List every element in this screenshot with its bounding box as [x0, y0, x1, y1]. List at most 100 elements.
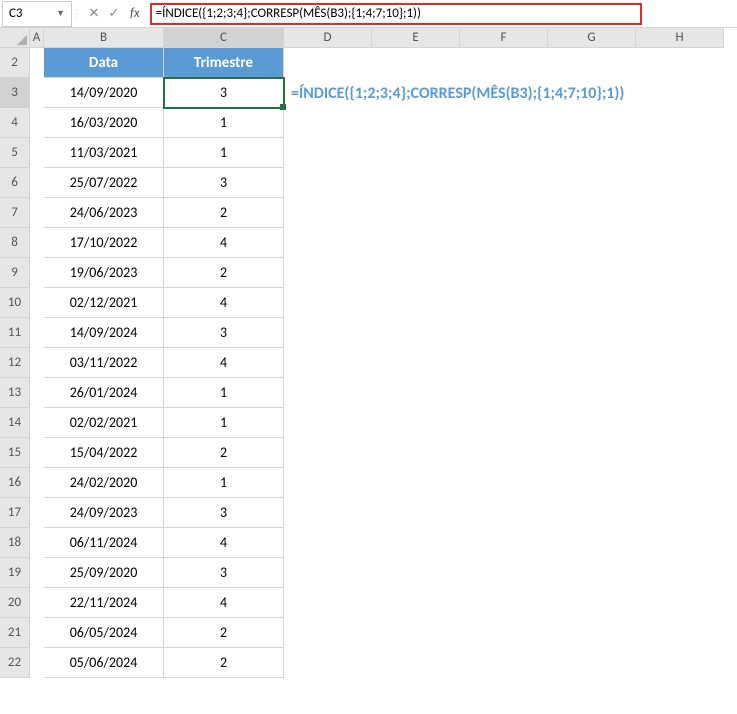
cell[interactable]	[460, 648, 548, 678]
cell-trimestre[interactable]: 4	[164, 288, 284, 318]
cell[interactable]	[30, 378, 44, 408]
cell[interactable]	[636, 498, 724, 528]
cell[interactable]	[284, 318, 372, 348]
cell-trimestre[interactable]: 3	[164, 168, 284, 198]
cell[interactable]	[30, 108, 44, 138]
cell-data[interactable]: 03/11/2022	[44, 348, 164, 378]
select-all-corner[interactable]	[0, 28, 30, 48]
cell-trimestre[interactable]: 1	[164, 378, 284, 408]
cell-trimestre[interactable]: 4	[164, 528, 284, 558]
cell[interactable]	[30, 528, 44, 558]
cell-data[interactable]: 17/10/2022	[44, 228, 164, 258]
cell[interactable]	[30, 258, 44, 288]
cell[interactable]	[30, 618, 44, 648]
cell[interactable]	[30, 138, 44, 168]
cell[interactable]	[636, 48, 724, 78]
cell[interactable]	[372, 318, 460, 348]
cell-data[interactable]: 24/09/2023	[44, 498, 164, 528]
cell[interactable]	[460, 228, 548, 258]
col-header-E[interactable]: E	[372, 28, 460, 48]
cell[interactable]	[548, 228, 636, 258]
cell-data[interactable]: 02/02/2021	[44, 408, 164, 438]
cell[interactable]	[460, 378, 548, 408]
cell[interactable]	[548, 258, 636, 288]
cell[interactable]	[372, 228, 460, 258]
cell[interactable]	[636, 438, 724, 468]
cell[interactable]	[460, 588, 548, 618]
cell[interactable]	[372, 438, 460, 468]
cell[interactable]	[460, 348, 548, 378]
cell[interactable]	[30, 498, 44, 528]
cell[interactable]	[284, 378, 372, 408]
cell[interactable]	[548, 468, 636, 498]
cell[interactable]	[460, 108, 548, 138]
cell[interactable]	[460, 138, 548, 168]
cell[interactable]	[30, 318, 44, 348]
cell-trimestre[interactable]: 3	[164, 498, 284, 528]
cell[interactable]	[548, 648, 636, 678]
cell-data[interactable]: 14/09/2020	[44, 78, 164, 108]
cell-trimestre[interactable]: 2	[164, 438, 284, 468]
cell-data[interactable]: 02/12/2021	[44, 288, 164, 318]
row-header[interactable]: 17	[0, 498, 30, 528]
cell-data[interactable]: 16/03/2020	[44, 108, 164, 138]
cell[interactable]	[460, 318, 548, 348]
cell-trimestre[interactable]: 4	[164, 348, 284, 378]
cell[interactable]	[636, 168, 724, 198]
row-header[interactable]: 12	[0, 348, 30, 378]
cell[interactable]	[460, 558, 548, 588]
cell[interactable]	[372, 48, 460, 78]
col-header-F[interactable]: F	[460, 28, 548, 48]
row-header[interactable]: 9	[0, 258, 30, 288]
cell[interactable]	[636, 468, 724, 498]
cell[interactable]	[636, 648, 724, 678]
cell[interactable]	[548, 528, 636, 558]
cell[interactable]	[460, 408, 548, 438]
cell[interactable]	[372, 288, 460, 318]
cell[interactable]	[30, 228, 44, 258]
cell-data[interactable]: 19/06/2023	[44, 258, 164, 288]
table-header-data[interactable]: Data	[44, 48, 164, 78]
row-header[interactable]: 20	[0, 588, 30, 618]
cell[interactable]	[636, 528, 724, 558]
cell[interactable]	[372, 498, 460, 528]
cell[interactable]	[284, 348, 372, 378]
cell[interactable]	[460, 168, 548, 198]
cell[interactable]	[548, 48, 636, 78]
cell-data[interactable]: 11/03/2021	[44, 138, 164, 168]
cell[interactable]	[636, 618, 724, 648]
cell[interactable]	[460, 528, 548, 558]
cell[interactable]	[30, 468, 44, 498]
cell[interactable]	[636, 258, 724, 288]
cell[interactable]	[460, 198, 548, 228]
cell[interactable]	[372, 108, 460, 138]
cell[interactable]	[636, 288, 724, 318]
cell[interactable]	[284, 168, 372, 198]
cell[interactable]	[636, 198, 724, 228]
cell[interactable]	[548, 438, 636, 468]
cell[interactable]	[460, 468, 548, 498]
cell[interactable]	[636, 588, 724, 618]
cell[interactable]	[30, 438, 44, 468]
row-header[interactable]: 22	[0, 648, 30, 678]
table-header-trimestre[interactable]: Trimestre	[164, 48, 284, 78]
cell[interactable]	[548, 378, 636, 408]
cell[interactable]	[30, 168, 44, 198]
cell-data[interactable]: 24/02/2020	[44, 468, 164, 498]
cell[interactable]	[284, 528, 372, 558]
cell[interactable]	[284, 498, 372, 528]
cell-trimestre[interactable]: 4	[164, 228, 284, 258]
col-header-D[interactable]: D	[284, 28, 372, 48]
cell[interactable]	[548, 618, 636, 648]
cell-trimestre[interactable]: 2	[164, 648, 284, 678]
cell[interactable]	[284, 648, 372, 678]
cell-trimestre[interactable]: 1	[164, 138, 284, 168]
cell[interactable]	[548, 198, 636, 228]
fx-icon[interactable]: fx	[126, 6, 144, 21]
cell[interactable]	[372, 258, 460, 288]
cell[interactable]	[284, 198, 372, 228]
cell[interactable]	[284, 138, 372, 168]
cell-trimestre[interactable]: 1	[164, 408, 284, 438]
name-box-dropdown-icon[interactable]: ▼	[56, 8, 65, 19]
row-header[interactable]: 6	[0, 168, 30, 198]
